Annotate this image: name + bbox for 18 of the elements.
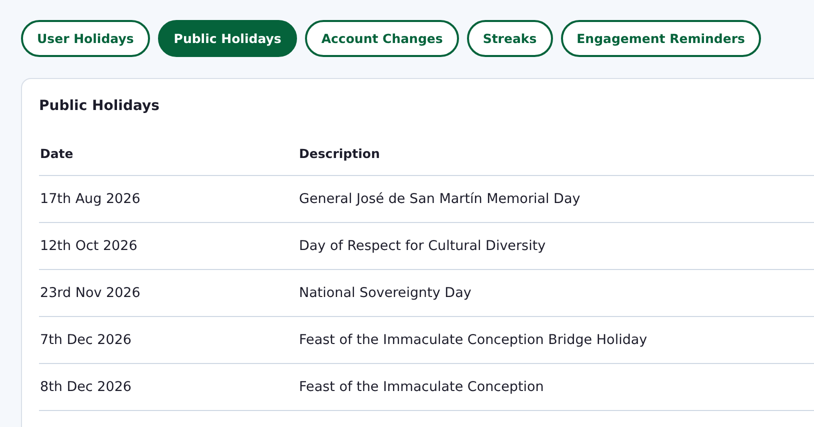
table-cell: 8th Dec 2026	[39, 364, 298, 410]
tab[interactable]: Public Holidays	[158, 20, 298, 57]
table-cell: Feast of the Immaculate Conception Bridge Holiday	[298, 316, 814, 364]
column-header: Description	[298, 146, 814, 176]
table-cell: Feast of the Immaculate Conception	[298, 364, 814, 410]
tab[interactable]: Streaks	[466, 20, 553, 57]
tab[interactable]: Account Changes	[305, 20, 459, 57]
table-cell: 23rd Nov 2026	[39, 270, 298, 316]
table-cell: 7th Dec 2026	[39, 316, 298, 364]
table-cell: National Sovereignty Day	[298, 270, 814, 316]
card-title: Public Holidays	[39, 98, 160, 114]
column-header: Date	[39, 146, 298, 176]
table-cell: General José de San Martín Memorial Day	[298, 176, 814, 222]
tab[interactable]: User Holidays	[21, 20, 150, 57]
table-cell: 12th Oct 2026	[39, 222, 298, 270]
table-cell: Day of Respect for Cultural Diversity	[298, 222, 814, 270]
tab[interactable]: Engagement Reminders	[560, 20, 761, 57]
table-cell: 17th Aug 2026	[39, 176, 298, 222]
